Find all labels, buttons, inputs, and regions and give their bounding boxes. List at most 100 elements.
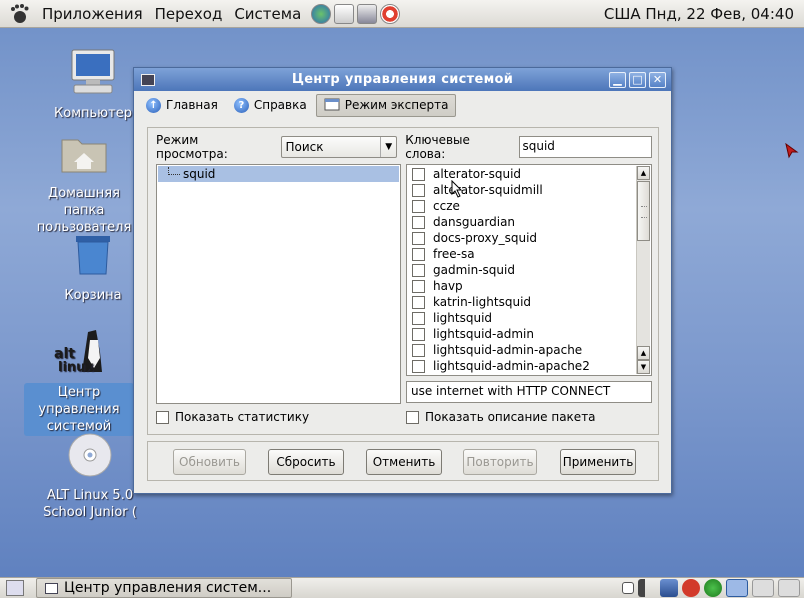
- list-item[interactable]: lightsquid-admin-apache: [407, 342, 651, 358]
- maximize-button[interactable]: □: [629, 71, 646, 88]
- taskbar-item[interactable]: Центр управления систем...: [36, 578, 292, 598]
- desktop-icon-cd[interactable]: ALT Linux 5.0 School Junior (: [38, 432, 142, 521]
- package-checkbox[interactable]: [412, 343, 425, 357]
- list-item[interactable]: lightsquid-admin: [407, 326, 651, 342]
- system-tray: [622, 579, 800, 597]
- package-list-scrollbar[interactable]: ▲ ▲ ▼: [636, 166, 650, 374]
- show-stats-row[interactable]: Показать статистику: [156, 410, 309, 424]
- group-tree[interactable]: squid: [156, 164, 401, 404]
- show-desktop-icon[interactable]: [6, 580, 24, 596]
- volume-icon[interactable]: [638, 579, 656, 597]
- show-stats-checkbox[interactable]: [156, 410, 169, 424]
- package-list[interactable]: alterator-squid alterator-squidmill ccze…: [406, 164, 652, 376]
- reset-button[interactable]: Сбросить: [268, 449, 344, 475]
- taskbar-item-label: Центр управления систем...: [64, 580, 272, 596]
- desktop-icon-label: Домашняя папка пользователя: [36, 186, 132, 235]
- package-checkbox[interactable]: [412, 247, 425, 261]
- show-description-row[interactable]: Показать описание пакета: [406, 410, 596, 424]
- workspace-switcher[interactable]: [726, 579, 748, 597]
- package-checkbox[interactable]: [412, 199, 425, 213]
- package-checkbox[interactable]: [412, 263, 425, 277]
- mail-launcher-icon[interactable]: [334, 3, 355, 24]
- cd-disc-icon: [68, 433, 112, 477]
- network-icon[interactable]: [660, 579, 678, 597]
- trash-icon: [76, 236, 110, 275]
- main-frame: Режим просмотра: Поиск ▼ Ключевые слова:…: [147, 127, 659, 435]
- package-checkbox[interactable]: [412, 311, 425, 325]
- view-mode-combo[interactable]: Поиск ▼: [280, 136, 398, 158]
- desktop-icon-trash[interactable]: Корзина: [48, 232, 138, 304]
- tree-item[interactable]: squid: [158, 166, 399, 182]
- desktop-icon-computer[interactable]: Компьютер: [48, 48, 138, 122]
- package-checkbox[interactable]: [412, 327, 425, 341]
- minimize-button[interactable]: ▁: [609, 71, 626, 88]
- update-button[interactable]: Обновить: [173, 449, 246, 475]
- workspace-switcher[interactable]: [752, 579, 774, 597]
- window-menu-icon[interactable]: [141, 73, 155, 86]
- show-description-label: Показать описание пакета: [425, 410, 596, 424]
- list-item[interactable]: free-sa: [407, 246, 651, 262]
- list-item[interactable]: docs-proxy_squid: [407, 230, 651, 246]
- gnome-foot-icon[interactable]: [8, 3, 30, 25]
- help-button[interactable]: ? Справка: [227, 94, 314, 117]
- workspace-switcher[interactable]: [778, 579, 800, 597]
- top-panel: Приложения Переход Система США Пнд, 22 Ф…: [0, 0, 804, 28]
- package-checkbox[interactable]: [412, 183, 425, 197]
- list-item[interactable]: dansguardian: [407, 214, 651, 230]
- list-item[interactable]: alterator-squidmill: [407, 182, 651, 198]
- expert-mode-button[interactable]: Режим эксперта: [315, 93, 457, 117]
- scroll-down-button[interactable]: ▲: [637, 346, 650, 360]
- menu-system[interactable]: Система: [228, 5, 307, 23]
- grip-icon: [641, 206, 647, 218]
- view-mode-label: Режим просмотра:: [156, 133, 228, 161]
- scroll-up-button[interactable]: ▲: [637, 166, 650, 180]
- close-button[interactable]: ✕: [649, 71, 666, 88]
- list-item[interactable]: ccze: [407, 198, 651, 214]
- package-name: alterator-squidmill: [433, 183, 543, 197]
- package-name: lightsquid: [433, 311, 493, 325]
- package-checkbox[interactable]: [412, 279, 425, 293]
- menu-applications[interactable]: Приложения: [36, 5, 149, 23]
- package-checkbox[interactable]: [412, 215, 425, 229]
- scroll-down-button[interactable]: ▼: [637, 360, 650, 374]
- package-checkbox[interactable]: [412, 295, 425, 309]
- browser-launcher-icon[interactable]: [311, 3, 332, 24]
- list-item[interactable]: havp: [407, 278, 651, 294]
- list-item[interactable]: alterator-squid: [407, 166, 651, 182]
- dropdown-arrow-icon: ▼: [380, 137, 396, 157]
- list-item[interactable]: katrin-lightsquid: [407, 294, 651, 310]
- show-description-checkbox[interactable]: [406, 410, 419, 424]
- tree-item-label: squid: [183, 167, 216, 181]
- list-item[interactable]: lightsquid: [407, 310, 651, 326]
- info-icon[interactable]: [704, 579, 722, 597]
- package-name: ccze: [433, 199, 460, 213]
- package-checkbox[interactable]: [412, 359, 425, 373]
- home-button[interactable]: ↑ Главная: [139, 94, 225, 117]
- keyboard-icon[interactable]: [622, 582, 634, 594]
- clock[interactable]: США Пнд, 22 Фев, 04:40: [604, 5, 794, 23]
- keywords-input[interactable]: squid: [518, 136, 652, 158]
- package-checkbox[interactable]: [412, 231, 425, 245]
- desktop-icon-control-center[interactable]: alt linux Центр управления системой: [24, 328, 134, 436]
- retry-button[interactable]: Повторить: [463, 449, 537, 475]
- apply-button[interactable]: Применить: [560, 449, 636, 475]
- help-launcher-icon[interactable]: [380, 3, 401, 24]
- button-frame: Обновить Сбросить Отменить Повторить При…: [147, 441, 659, 481]
- update-alert-icon[interactable]: [682, 579, 700, 597]
- scroll-thumb[interactable]: [637, 181, 650, 241]
- package-name: free-sa: [433, 247, 475, 261]
- view-mode-value: Поиск: [285, 140, 324, 154]
- list-item[interactable]: gadmin-squid: [407, 262, 651, 278]
- alt-linux-logo: alt linux: [54, 330, 102, 375]
- package-description: use internet with HTTP CONNECT: [406, 381, 652, 403]
- expert-mode-label: Режим эксперта: [344, 98, 449, 112]
- list-item[interactable]: lightsquid-admin-apache2: [407, 358, 651, 374]
- desktop-icon-home[interactable]: Домашняя папка пользователя: [28, 132, 140, 236]
- home-button-label: Главная: [166, 98, 218, 112]
- desktop-icon-label: Компьютер: [54, 106, 132, 121]
- window-titlebar[interactable]: Центр управления системой ▁ □ ✕: [134, 68, 671, 91]
- cancel-button[interactable]: Отменить: [366, 449, 442, 475]
- office-launcher-icon[interactable]: [357, 3, 378, 24]
- package-checkbox[interactable]: [412, 167, 425, 181]
- menu-places[interactable]: Переход: [149, 5, 229, 23]
